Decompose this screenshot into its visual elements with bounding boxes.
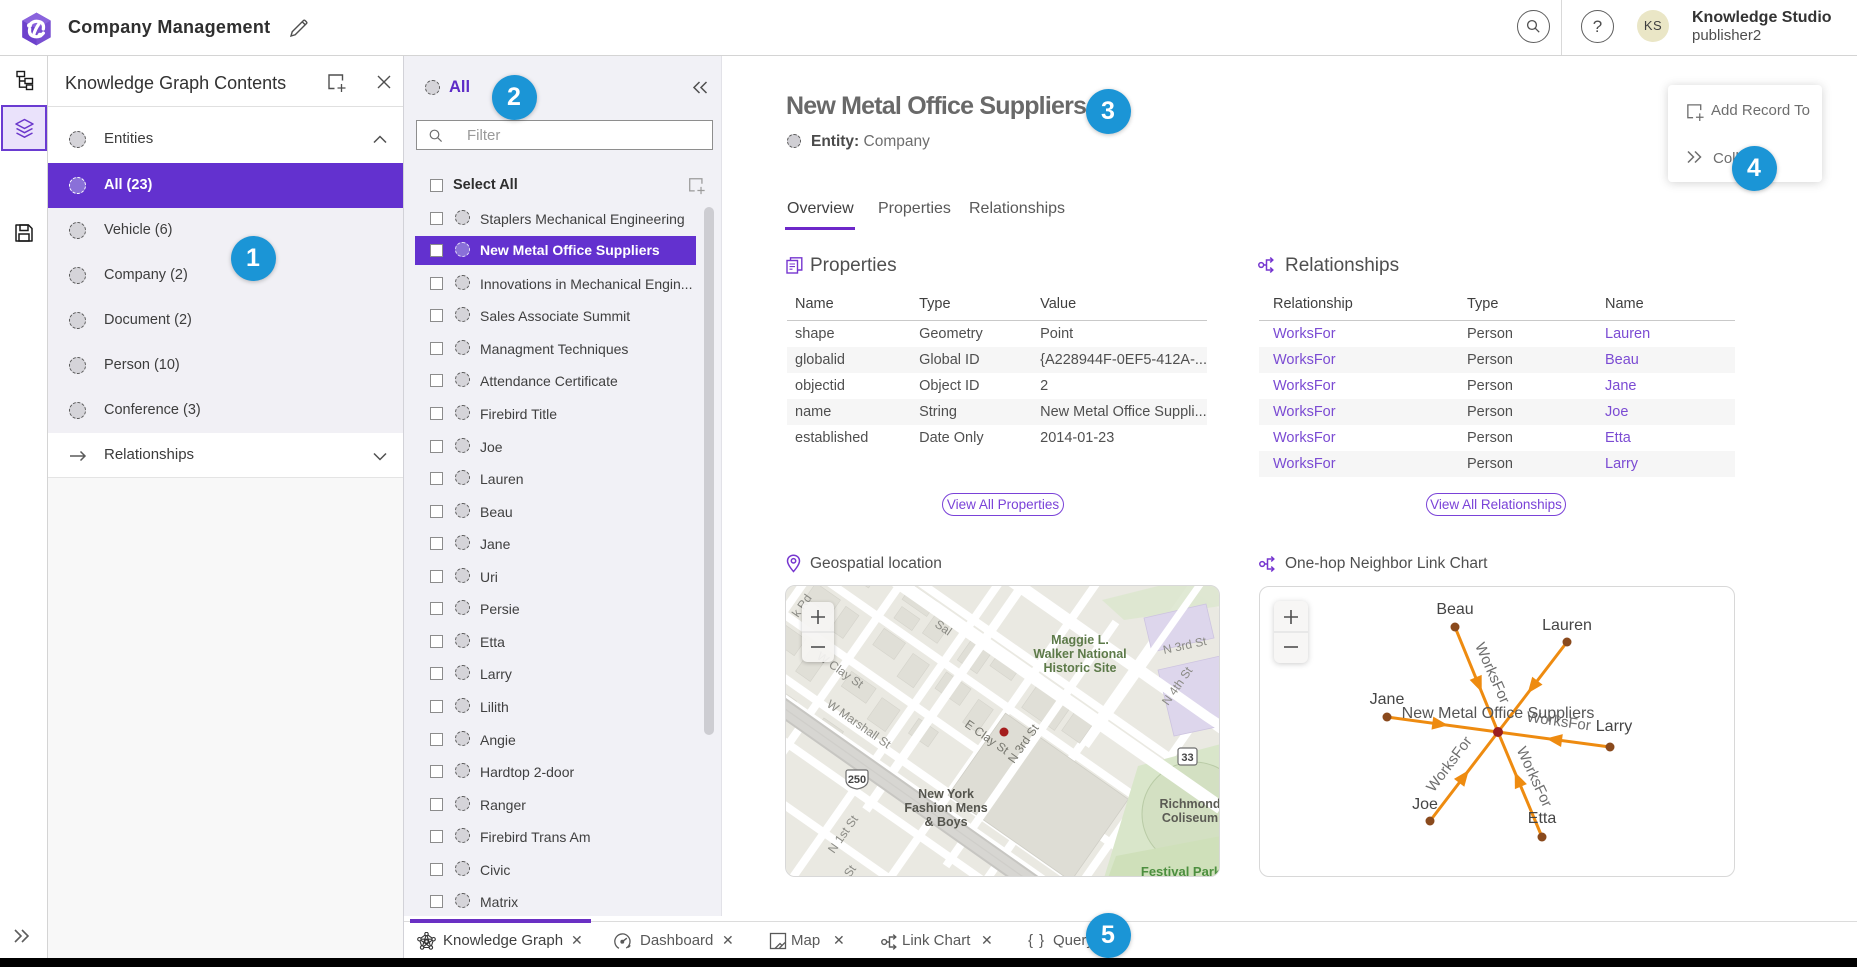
svg-text:Historic Site: Historic Site bbox=[1044, 661, 1117, 675]
svg-text:Fashion Mens: Fashion Mens bbox=[904, 801, 987, 815]
svg-text:Lauren: Lauren bbox=[1542, 617, 1592, 634]
svg-text:Beau: Beau bbox=[1436, 601, 1473, 618]
svg-text:New York: New York bbox=[918, 787, 974, 801]
svg-text:Etta: Etta bbox=[1528, 810, 1557, 827]
svg-text:Coliseum: Coliseum bbox=[1162, 811, 1218, 825]
svg-text:Larry: Larry bbox=[1596, 718, 1632, 735]
svg-text:& Boys: & Boys bbox=[924, 815, 967, 829]
svg-text:33: 33 bbox=[1181, 752, 1193, 764]
svg-text:Richmond: Richmond bbox=[1159, 797, 1220, 811]
svg-text:WorksFor: WorksFor bbox=[1471, 640, 1513, 706]
svg-text:Joe: Joe bbox=[1412, 796, 1438, 813]
svg-text:New Metal Office Suppliers: New Metal Office Suppliers bbox=[1402, 705, 1595, 722]
svg-text:Jane: Jane bbox=[1370, 691, 1405, 708]
svg-text:Maggie L.: Maggie L. bbox=[1051, 633, 1109, 647]
svg-text:Festival Park: Festival Park bbox=[1141, 864, 1220, 877]
svg-text:Walker National: Walker National bbox=[1033, 647, 1126, 661]
svg-text:WorksFor: WorksFor bbox=[1423, 733, 1476, 795]
svg-text:250: 250 bbox=[848, 774, 866, 786]
